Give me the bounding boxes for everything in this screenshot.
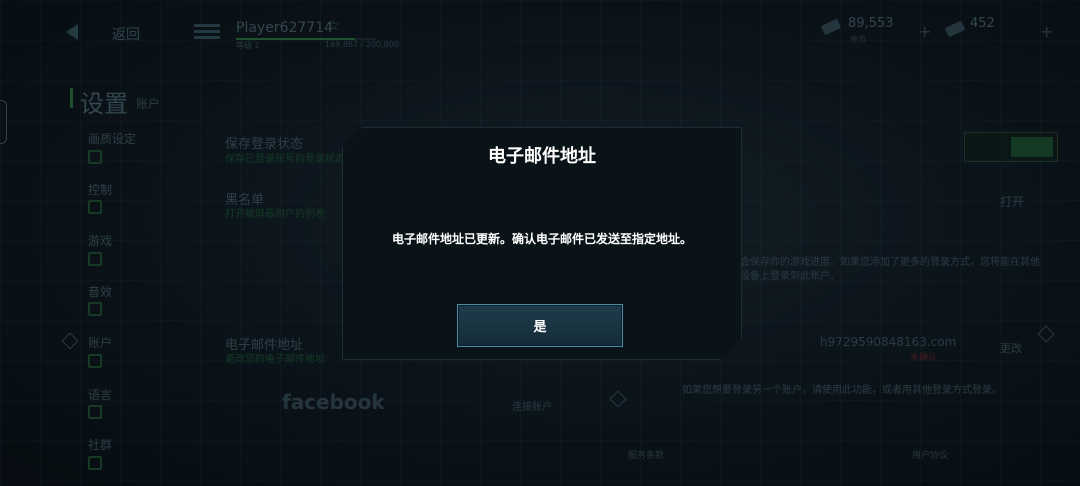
- dialog-message: 电子邮件地址已更新。确认电子邮件已发送至指定地址。: [391, 232, 692, 246]
- yes-button[interactable]: 是: [457, 304, 623, 347]
- email-dialog: 电子邮件地址 电子邮件地址已更新。确认电子邮件已发送至指定地址。 是: [342, 127, 742, 360]
- dialog-title: 电子邮件地址: [488, 146, 596, 167]
